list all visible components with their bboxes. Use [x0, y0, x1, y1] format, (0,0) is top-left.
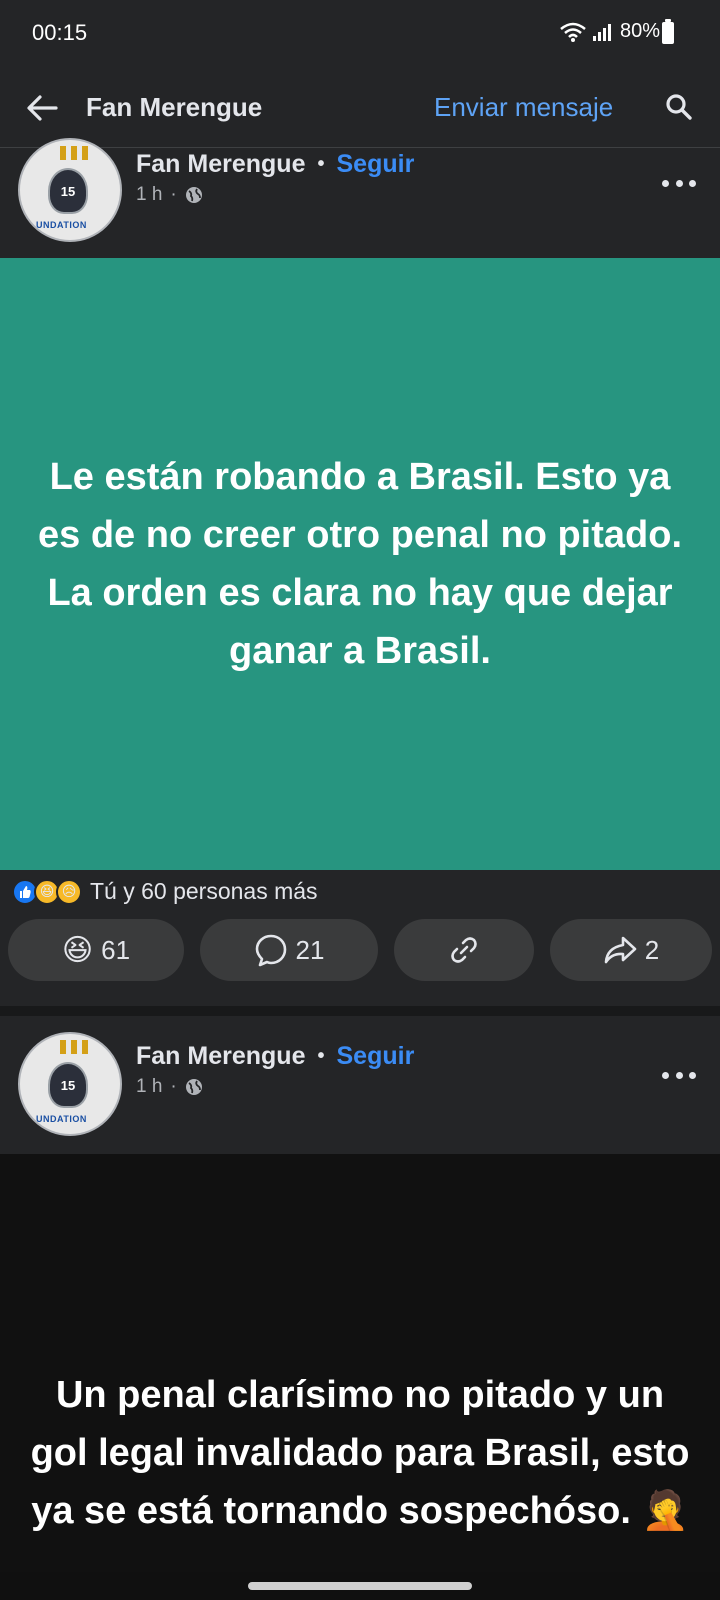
- dot-separator: •: [317, 153, 325, 175]
- reactions-text: Tú y 60 personas más: [90, 878, 318, 904]
- sad-reaction-icon: 😥: [56, 878, 82, 905]
- author-row: Fan Merengue • Seguir: [136, 1042, 414, 1071]
- post-meta: 1 h ·: [136, 1076, 203, 1098]
- dot-separator: •: [317, 1045, 325, 1067]
- author-row: Fan Merengue • Seguir: [136, 150, 414, 179]
- post-meta: 1 h ·: [136, 184, 203, 206]
- back-arrow-icon[interactable]: [24, 90, 60, 126]
- author-name[interactable]: Fan Merengue: [136, 150, 305, 179]
- post-time: 1 h: [136, 184, 163, 205]
- avatar-stripes: [60, 146, 88, 160]
- more-options-icon[interactable]: [662, 1072, 696, 1082]
- page-title: Fan Merengue: [86, 92, 263, 122]
- post-header: 15 UNDATION Fan Merengue • Seguir 1 h ·: [0, 1016, 720, 1136]
- trophy-badge-icon: 15: [48, 168, 88, 214]
- haha-reaction-icon: 😆: [61, 933, 94, 967]
- status-indicators: 80%: [560, 20, 660, 43]
- avatar-stripes: [60, 1040, 88, 1054]
- trophy-badge-icon: 15: [48, 1062, 88, 1108]
- post-header: 15 UNDATION Fan Merengue • Seguir 1 h ·: [0, 138, 720, 260]
- avatar-number: 15: [60, 183, 76, 199]
- avatar[interactable]: 15 UNDATION: [18, 138, 122, 242]
- battery-icon: [662, 19, 674, 44]
- globe-icon: [185, 187, 202, 203]
- app-header: Fan Merengue Enviar mensaje: [0, 70, 720, 148]
- more-options-icon[interactable]: [662, 180, 696, 190]
- post-text-card: Le están robando a Brasil. Esto ya es de…: [0, 258, 720, 870]
- meta-dot: ·: [170, 1076, 177, 1097]
- post-time: 1 h: [136, 1076, 163, 1097]
- signal-icon: [592, 23, 611, 41]
- link-icon: [451, 937, 477, 963]
- copy-link-button[interactable]: [394, 919, 534, 981]
- search-icon[interactable]: [664, 92, 694, 122]
- post: 15 UNDATION Fan Merengue • Seguir 1 h · …: [0, 1016, 720, 1600]
- author-name[interactable]: Fan Merengue: [136, 1042, 305, 1071]
- status-time: 00:15: [32, 20, 88, 45]
- comment-button[interactable]: 21: [200, 919, 378, 981]
- reactions-summary[interactable]: 😆 😥 Tú y 60 personas más: [12, 878, 318, 905]
- post: 15 UNDATION Fan Merengue • Seguir 1 h · …: [0, 138, 720, 990]
- post-text: Le están robando a Brasil. Esto ya es de…: [38, 456, 682, 672]
- avatar-caption: UNDATION: [36, 1114, 87, 1124]
- comment-count: 21: [295, 934, 325, 965]
- meta-dot: ·: [170, 184, 177, 205]
- share-icon: [604, 936, 637, 964]
- wifi-icon: [560, 22, 586, 42]
- post-text: Un penal clarísimo no pitado y un gol le…: [30, 1374, 690, 1532]
- comment-icon: [255, 934, 286, 967]
- status-bar: 00:15 80%: [0, 0, 720, 70]
- reaction-count: 61: [101, 934, 131, 965]
- post-separator: [0, 1006, 720, 1016]
- avatar[interactable]: 15 UNDATION: [18, 1032, 122, 1136]
- avatar-caption: UNDATION: [36, 220, 87, 230]
- globe-icon: [185, 1079, 202, 1095]
- home-gesture-handle[interactable]: [248, 1582, 472, 1590]
- follow-button[interactable]: Seguir: [337, 1042, 415, 1071]
- send-message-button[interactable]: Enviar mensaje: [434, 92, 613, 123]
- share-count: 2: [644, 934, 660, 965]
- battery-percent: 80%: [619, 20, 660, 42]
- avatar-number: 15: [60, 1077, 76, 1093]
- post-actions: 😆 61 21 2: [0, 919, 720, 981]
- share-button[interactable]: 2: [550, 919, 712, 981]
- post-text-card: Un penal clarísimo no pitado y un gol le…: [0, 1154, 720, 1600]
- follow-button[interactable]: Seguir: [337, 150, 415, 179]
- reaction-button[interactable]: 😆 61: [8, 919, 184, 981]
